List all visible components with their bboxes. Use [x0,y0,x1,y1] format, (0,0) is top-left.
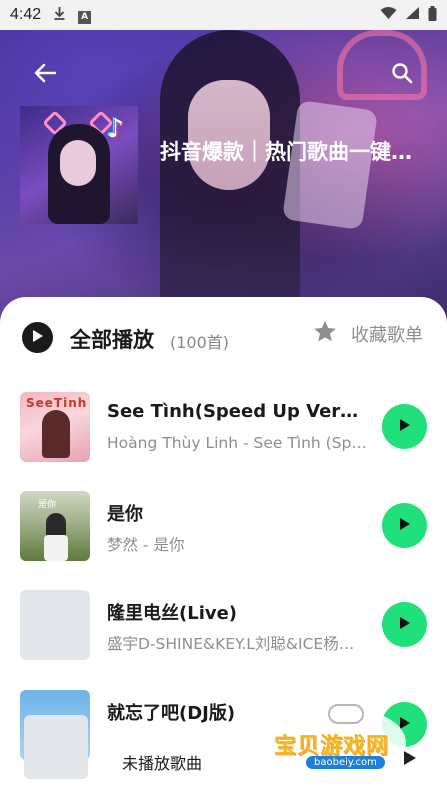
song-row[interactable]: SeeTinh See Tình(Speed Up Version) Hoàng… [0,387,447,467]
watermark: 宝贝游戏网 baobeiy.com [270,704,420,784]
search-icon [391,62,413,88]
play-icon [399,417,411,436]
song-row[interactable]: 是你 是你 梦然 - 是你 [0,486,447,566]
play-icon [32,328,44,347]
play-icon [399,615,411,634]
play-all-label[interactable]: 全部播放 [70,324,154,354]
signal-icon [405,6,420,24]
playlist-title: 抖音爆款｜热门歌曲一键… [160,140,412,164]
mini-player-label: 未播放歌曲 [122,754,203,773]
cover-face [60,140,96,186]
song-artist: 盛宇D-SHINE&KEY.L刘聪&ICE杨… [107,635,355,653]
arrow-left-icon [34,63,57,87]
download-icon [53,6,66,24]
thumbnail-figure-dress [44,535,68,561]
thumbnail-text: SeeTinh [26,396,88,410]
song-artist: Hoàng Thùy Linh - See Tình (Spe… [107,434,367,452]
battery-icon [428,5,437,25]
status-bar: 4:42 A [0,0,447,30]
status-time: 4:42 [10,6,42,23]
play-all-row: 全部播放 (100首) 收藏歌单 [0,316,447,360]
back-button[interactable] [28,58,62,92]
playlist-cover: ♪ [20,106,138,224]
song-play-button[interactable] [382,404,427,449]
song-title: See Tình(Speed Up Version) [107,401,367,422]
song-count: (100首) [170,333,230,352]
song-title: 是你 [107,504,143,525]
gamepad-icon [328,704,364,724]
mini-player-thumbnail [24,715,88,779]
a-icon: A [78,7,92,24]
song-thumbnail: SeeTinh [20,392,90,462]
play-all-button[interactable] [22,322,53,353]
song-play-button[interactable] [382,602,427,647]
thumbnail-figure [42,410,70,458]
star-icon [313,320,337,347]
song-thumbnail [20,590,90,660]
tiktok-logo-icon: ♪ [107,114,124,144]
wifi-icon [380,6,397,24]
hero-face [188,80,270,190]
song-title: 隆里电丝(Live) [107,603,238,624]
search-button[interactable] [385,58,419,92]
song-play-button[interactable] [382,503,427,548]
favorite-playlist-button[interactable]: 收藏歌单 [313,320,423,347]
song-artist: 梦然 - 是你 [107,536,185,554]
thumbnail-text: 是你 [38,500,57,510]
play-icon [399,516,411,535]
watermark-url: baobeiy.com [306,756,385,769]
song-row[interactable]: 隆里电丝(Live) 盛宇D-SHINE&KEY.L刘聪&ICE杨… [0,585,447,665]
favorite-label: 收藏歌单 [351,324,423,346]
song-thumbnail: 是你 [20,491,90,561]
